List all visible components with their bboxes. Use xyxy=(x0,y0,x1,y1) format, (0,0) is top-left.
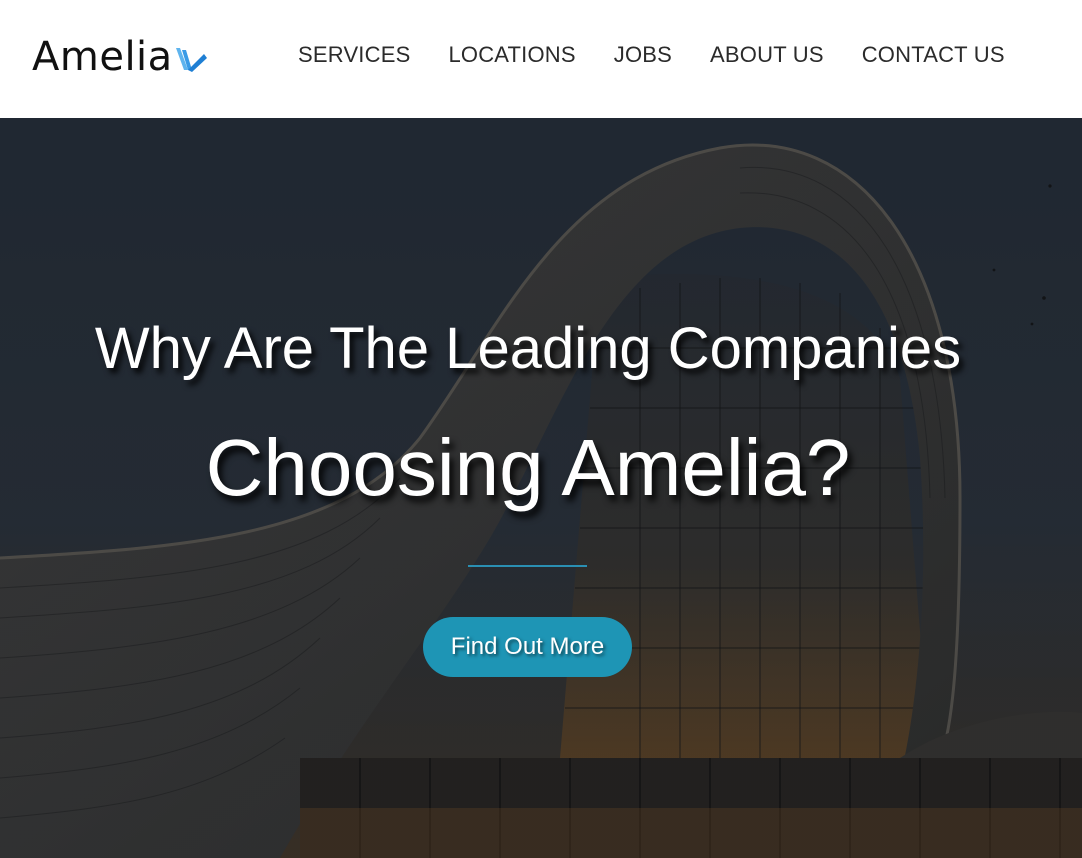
nav-item-about-us[interactable]: ABOUT US xyxy=(710,40,824,70)
nav-item-contact-us[interactable]: CONTACT US xyxy=(862,40,1005,70)
wing-chevron-logo-icon xyxy=(175,48,207,72)
find-out-more-button[interactable]: Find Out More xyxy=(423,617,632,677)
nav-item-locations[interactable]: LOCATIONS xyxy=(448,40,575,70)
nav-item-jobs[interactable]: JOBS xyxy=(614,40,672,70)
hero-headline-line2: Choosing Amelia? xyxy=(205,423,851,512)
hero-divider xyxy=(468,565,587,567)
brand-logo[interactable]: Amelia xyxy=(32,32,208,82)
hero-section: Why Are The Leading Companies Choosing A… xyxy=(0,118,1082,858)
site-header: Amelia SERVICES LOCATIONS JOBS ABOUT US … xyxy=(0,0,1082,118)
hero-headline-line1: Why Are The Leading Companies xyxy=(94,316,962,381)
main-nav: SERVICES LOCATIONS JOBS ABOUT US CONTACT… xyxy=(298,40,1005,70)
brand-name: Amelia xyxy=(32,34,173,80)
nav-item-services[interactable]: SERVICES xyxy=(298,40,410,70)
